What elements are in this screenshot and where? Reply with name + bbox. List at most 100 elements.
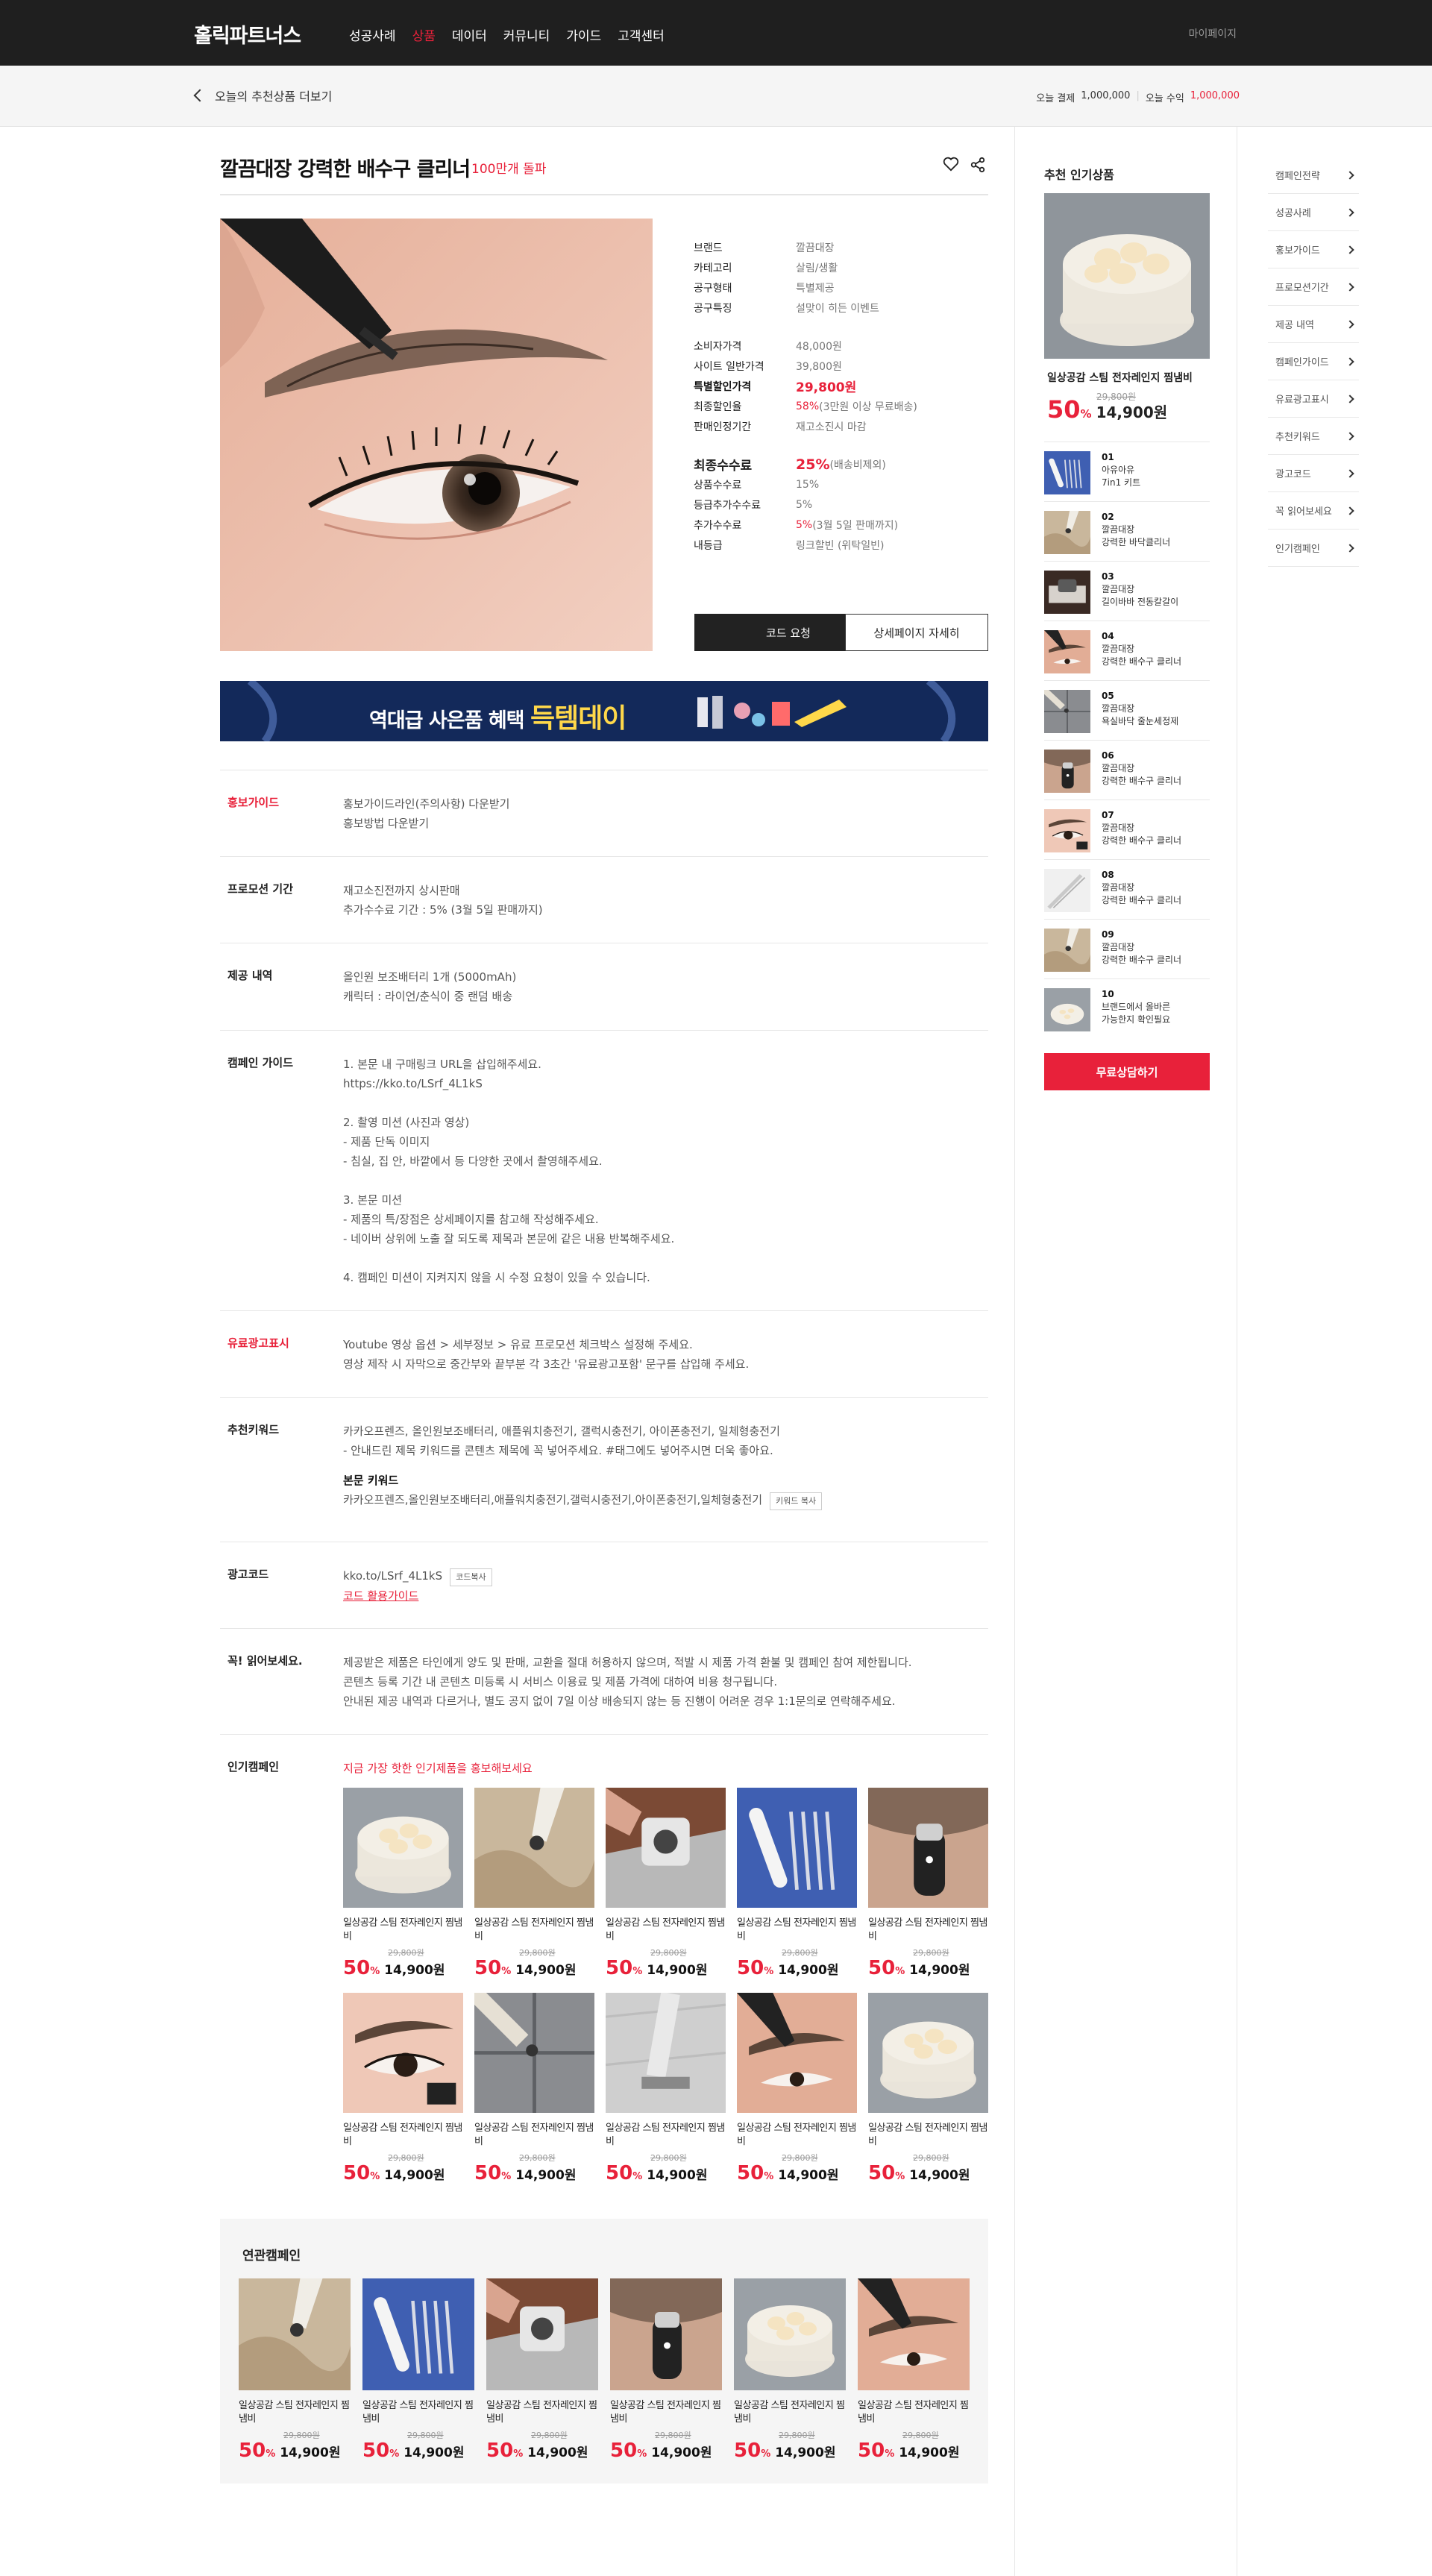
product-thumb[interactable] xyxy=(474,1993,594,2113)
method-download-link[interactable]: 홍보방법 다운받기 xyxy=(343,814,509,833)
product-card[interactable]: 일상공감 스팀 전자레인지 찜냄비 29,800원 50% 14,900원 xyxy=(737,1993,857,2184)
side-menu-item[interactable]: 유료광고표시 xyxy=(1268,380,1359,418)
product-card[interactable]: 일상공감 스팀 전자레인지 찜냄비 29,800원 50% 14,900원 xyxy=(362,2278,474,2462)
rank-item[interactable]: 05 깔끔대장 욕실바닥 줄눈세정제 xyxy=(1044,680,1210,740)
product-card[interactable]: 일상공감 스팀 전자레인지 찜냄비 29,800원 50% 14,900원 xyxy=(474,1993,594,2184)
product-thumb[interactable] xyxy=(343,1993,463,2113)
detail-page-button[interactable]: 상세페이지 자세히 xyxy=(845,614,988,651)
copy-keyword-button[interactable]: 키워드 복사 xyxy=(770,1492,823,1510)
rank-product[interactable]: 욕실바닥 줄눈세정제 xyxy=(1102,715,1178,728)
product-thumb[interactable] xyxy=(737,1993,857,2113)
product-name[interactable]: 일상공감 스팀 전자레인지 찜냄비 xyxy=(868,1917,988,1944)
product-thumb[interactable] xyxy=(610,2278,722,2390)
product-card[interactable]: 일상공감 스팀 전자레인지 찜냄비 29,800원 50% 14,900원 xyxy=(474,1788,594,1979)
rank-product[interactable]: 강력한 배수구 클리너 xyxy=(1102,656,1181,668)
product-name[interactable]: 일상공감 스팀 전자레인지 찜냄비 xyxy=(737,1917,857,1944)
product-card[interactable]: 일상공감 스팀 전자레인지 찜냄비 29,800원 50% 14,900원 xyxy=(734,2278,846,2462)
side-menu-item[interactable]: 꼭 읽어보세요 xyxy=(1268,492,1359,530)
product-name[interactable]: 일상공감 스팀 전자레인지 찜냄비 xyxy=(362,2399,474,2426)
nav-item-support[interactable]: 고객센터 xyxy=(618,25,665,44)
rank-product[interactable]: 강력한 바닥클리너 xyxy=(1102,536,1170,549)
rank-thumb[interactable] xyxy=(1044,571,1090,614)
product-card[interactable]: 일상공감 스팀 전자레인지 찜냄비 29,800원 50% 14,900원 xyxy=(606,1788,726,1979)
product-name[interactable]: 일상공감 스팀 전자레인지 찜냄비 xyxy=(486,2399,598,2426)
rank-item[interactable]: 01 아유아유 7in1 키트 xyxy=(1044,442,1210,501)
nav-item-community[interactable]: 커뮤니티 xyxy=(503,25,550,44)
product-thumb[interactable] xyxy=(737,1788,857,1908)
product-card[interactable]: 일상공감 스팀 전자레인지 찜냄비 29,800원 50% 14,900원 xyxy=(868,1788,988,1979)
rank-thumb[interactable] xyxy=(1044,630,1090,673)
rank-item[interactable]: 09 깔끔대장 강력한 배수구 클리너 xyxy=(1044,919,1210,978)
product-thumb[interactable] xyxy=(734,2278,846,2390)
rank-item[interactable]: 03 깔끔대장 길이바바 전동칼갈이 xyxy=(1044,561,1210,621)
product-name[interactable]: 일상공감 스팀 전자레인지 찜냄비 xyxy=(734,2399,846,2426)
rank-product[interactable]: 강력한 배수구 클리너 xyxy=(1102,954,1181,967)
promo-banner[interactable]: 역대급 사은품 혜택 득템데이 xyxy=(220,681,988,741)
side-menu-item[interactable]: 캠페인전략 xyxy=(1268,157,1359,194)
side-menu-item[interactable]: 성공사례 xyxy=(1268,194,1359,231)
product-card[interactable]: 일상공감 스팀 전자레인지 찜냄비 29,800원 50% 14,900원 xyxy=(239,2278,351,2462)
heart-icon[interactable] xyxy=(943,157,959,172)
product-card[interactable]: 일상공감 스팀 전자레인지 찜냄비 29,800원 50% 14,900원 xyxy=(868,1993,988,2184)
product-thumb[interactable] xyxy=(606,1788,726,1908)
product-thumb[interactable] xyxy=(362,2278,474,2390)
rank-thumb[interactable] xyxy=(1044,988,1090,1031)
product-card[interactable]: 일상공감 스팀 전자레인지 찜냄비 29,800원 50% 14,900원 xyxy=(610,2278,722,2462)
mypage-link[interactable]: 마이페이지 xyxy=(1189,26,1237,41)
side-menu-item[interactable]: 제공 내역 xyxy=(1268,306,1359,343)
product-name[interactable]: 일상공감 스팀 전자레인지 찜냄비 xyxy=(737,2122,857,2149)
product-name[interactable]: 일상공감 스팀 전자레인지 찜냄비 xyxy=(868,2122,988,2149)
share-icon[interactable] xyxy=(970,157,986,173)
recommend-name[interactable]: 일상공감 스팀 전자레인지 찜냄비 xyxy=(1047,370,1193,385)
rank-item[interactable]: 06 깔끔대장 강력한 배수구 클리너 xyxy=(1044,740,1210,799)
rank-item[interactable]: 04 깔끔대장 강력한 배수구 클리너 xyxy=(1044,621,1210,680)
product-thumb[interactable] xyxy=(606,1993,726,2113)
rank-product[interactable]: 7in1 키트 xyxy=(1102,477,1140,489)
product-card[interactable]: 일상공감 스팀 전자레인지 찜냄비 29,800원 50% 14,900원 xyxy=(343,1788,463,1979)
product-thumb[interactable] xyxy=(868,1788,988,1908)
rank-product[interactable]: 강력한 배수구 클리너 xyxy=(1102,894,1181,907)
rank-item[interactable]: 02 깔끔대장 강력한 바닥클리너 xyxy=(1044,501,1210,561)
product-name[interactable]: 일상공감 스팀 전자레인지 찜냄비 xyxy=(343,1917,463,1944)
rank-thumb[interactable] xyxy=(1044,511,1090,554)
rank-thumb[interactable] xyxy=(1044,451,1090,494)
copy-code-button[interactable]: 코드복사 xyxy=(450,1568,492,1586)
product-name[interactable]: 일상공감 스팀 전자레인지 찜냄비 xyxy=(606,1917,726,1944)
side-menu-item[interactable]: 인기캠페인 xyxy=(1268,530,1359,567)
side-menu-item[interactable]: 홍보가이드 xyxy=(1268,231,1359,268)
product-name[interactable]: 일상공감 스팀 전자레인지 찜냄비 xyxy=(858,2399,970,2426)
product-thumb[interactable] xyxy=(486,2278,598,2390)
product-name[interactable]: 일상공감 스팀 전자레인지 찜냄비 xyxy=(474,2122,594,2149)
rank-product[interactable]: 강력한 배수구 클리너 xyxy=(1102,775,1181,788)
recommend-main-image[interactable] xyxy=(1044,193,1210,359)
product-thumb[interactable] xyxy=(343,1788,463,1908)
product-thumb[interactable] xyxy=(858,2278,970,2390)
rank-thumb[interactable] xyxy=(1044,929,1090,972)
code-guide-link[interactable]: 코드 활용가이드 xyxy=(343,1586,492,1606)
rank-item[interactable]: 08 깔끔대장 강력한 배수구 클리너 xyxy=(1044,859,1210,919)
product-thumb[interactable] xyxy=(868,1993,988,2113)
product-name[interactable]: 일상공감 스팀 전자레인지 찜냄비 xyxy=(474,1917,594,1944)
product-name[interactable]: 일상공감 스팀 전자레인지 찜냄비 xyxy=(343,2122,463,2149)
rank-thumb[interactable] xyxy=(1044,809,1090,852)
rank-item[interactable]: 10 브랜드에서 올바른 가능한지 확인필요 xyxy=(1044,978,1210,1038)
back-link[interactable]: 오늘의 추천상품 더보기 xyxy=(193,87,332,104)
product-card[interactable]: 일상공감 스팀 전자레인지 찜냄비 29,800원 50% 14,900원 xyxy=(737,1788,857,1979)
nav-item-products[interactable]: 상품 xyxy=(412,25,436,44)
product-thumb[interactable] xyxy=(239,2278,351,2390)
free-consult-button[interactable]: 무료상담하기 xyxy=(1044,1053,1210,1090)
nav-item-data[interactable]: 데이터 xyxy=(452,25,487,44)
nav-item-guide[interactable]: 가이드 xyxy=(566,25,601,44)
rank-thumb[interactable] xyxy=(1044,750,1090,793)
site-logo[interactable]: 홀릭파트너스 xyxy=(194,19,301,48)
guide-download-link[interactable]: 홍보가이드라인(주의사항) 다운받기 xyxy=(343,794,509,814)
product-card[interactable]: 일상공감 스팀 전자레인지 찜냄비 29,800원 50% 14,900원 xyxy=(606,1993,726,2184)
side-menu-item[interactable]: 광고코드 xyxy=(1268,455,1359,492)
rank-thumb[interactable] xyxy=(1044,690,1090,733)
product-card[interactable]: 일상공감 스팀 전자레인지 찜냄비 29,800원 50% 14,900원 xyxy=(486,2278,598,2462)
rank-item[interactable]: 07 깔끔대장 강력한 배수구 클리너 xyxy=(1044,799,1210,859)
nav-item-success[interactable]: 성공사례 xyxy=(349,25,396,44)
product-card[interactable]: 일상공감 스팀 전자레인지 찜냄비 29,800원 50% 14,900원 xyxy=(858,2278,970,2462)
rank-thumb[interactable] xyxy=(1044,869,1090,912)
side-menu-item[interactable]: 캠페인가이드 xyxy=(1268,343,1359,380)
